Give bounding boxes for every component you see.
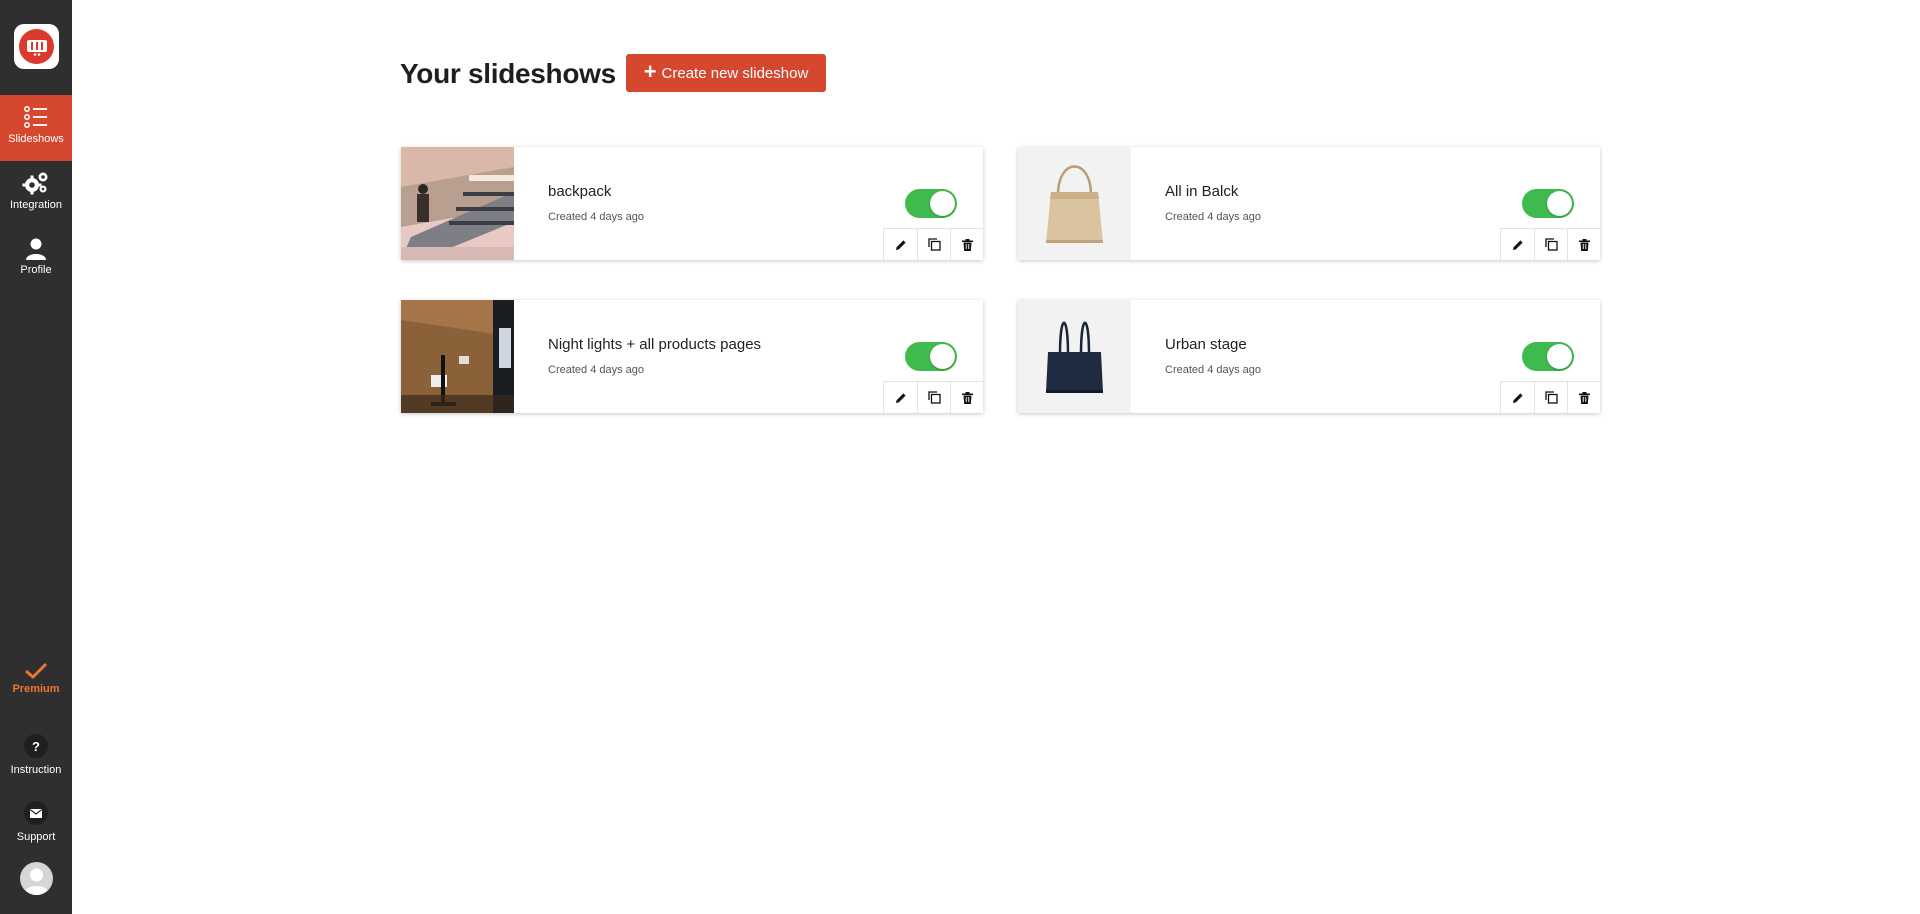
delete-button[interactable] <box>1567 229 1600 260</box>
duplicate-button[interactable] <box>917 229 950 260</box>
slideshow-thumbnail <box>401 300 514 413</box>
trash-icon <box>961 391 973 404</box>
slideshow-card[interactable]: Night lights + all products pages Create… <box>401 300 983 413</box>
duplicate-button[interactable] <box>1534 229 1567 260</box>
trash-icon <box>961 238 973 251</box>
create-slideshow-label: Create new slideshow <box>661 64 809 82</box>
sidebar-item-premium[interactable]: Premium <box>0 662 72 698</box>
slideshow-created: Created 4 days ago <box>548 211 645 223</box>
person-icon <box>26 238 46 260</box>
card-actions <box>1500 228 1600 260</box>
trash-icon <box>1578 391 1590 404</box>
page-title: Your slideshows <box>400 58 616 89</box>
sidebar-item-label: Instruction <box>10 764 62 776</box>
toggle-knob <box>930 191 955 216</box>
sidebar-item-profile[interactable]: Profile <box>0 237 72 287</box>
slideshow-enabled-toggle[interactable] <box>1522 342 1574 371</box>
sidebar-item-label: Premium <box>12 683 60 695</box>
copy-icon <box>927 391 941 404</box>
duplicate-button[interactable] <box>917 382 950 413</box>
pencil-icon <box>895 239 906 250</box>
sidebar: Slideshows Integration Profile Premium ?… <box>0 0 72 914</box>
toggle-knob <box>1547 344 1572 369</box>
sidebar-item-label: Slideshows <box>8 133 64 145</box>
slideshow-card[interactable]: All in Balck Created 4 days ago <box>1018 147 1600 260</box>
question-icon: ? <box>24 734 48 758</box>
delete-button[interactable] <box>950 229 983 260</box>
slideshow-created: Created 4 days ago <box>1165 364 1262 376</box>
slideshow-thumbnail <box>1018 147 1131 260</box>
card-actions <box>1500 381 1600 413</box>
slideshow-card[interactable]: Urban stage Created 4 days ago <box>1018 300 1600 413</box>
copy-icon <box>927 238 941 251</box>
mail-icon <box>24 801 48 825</box>
pencil-icon <box>1512 392 1523 403</box>
toggle-knob <box>1547 191 1572 216</box>
slideshow-enabled-toggle[interactable] <box>1522 189 1574 218</box>
copy-icon <box>1544 238 1558 251</box>
edit-button[interactable] <box>884 229 917 260</box>
toggle-knob <box>930 344 955 369</box>
slideshow-title: backpack <box>548 183 612 200</box>
slideshow-title: All in Balck <box>1165 183 1239 200</box>
gears-icon <box>22 172 48 195</box>
slideshow-enabled-toggle[interactable] <box>905 189 957 218</box>
delete-button[interactable] <box>950 382 983 413</box>
create-slideshow-button[interactable]: + Create new slideshow <box>626 54 826 92</box>
card-actions <box>883 228 983 260</box>
trash-icon <box>1578 238 1590 251</box>
plus-icon: + <box>643 59 657 84</box>
sidebar-item-label: Support <box>16 831 56 843</box>
sidebar-item-slideshows[interactable]: Slideshows <box>0 95 72 161</box>
card-actions <box>883 381 983 413</box>
slideshow-title: Urban stage <box>1165 336 1247 353</box>
logo-icon <box>19 29 54 64</box>
delete-button[interactable] <box>1567 382 1600 413</box>
edit-button[interactable] <box>884 382 917 413</box>
slideshow-enabled-toggle[interactable] <box>905 342 957 371</box>
avatar-icon <box>24 868 49 895</box>
slideshow-card[interactable]: backpack Created 4 days ago <box>401 147 983 260</box>
sidebar-item-label: Integration <box>10 199 62 211</box>
edit-button[interactable] <box>1501 229 1534 260</box>
sidebar-item-integration[interactable]: Integration <box>0 170 72 222</box>
pencil-icon <box>1512 239 1523 250</box>
check-icon <box>25 662 48 680</box>
app-logo[interactable] <box>14 24 59 69</box>
slideshow-created: Created 4 days ago <box>548 364 645 376</box>
slideshow-thumbnail <box>401 147 514 260</box>
edit-button[interactable] <box>1501 382 1534 413</box>
pencil-icon <box>895 392 906 403</box>
duplicate-button[interactable] <box>1534 382 1567 413</box>
list-icon <box>24 106 47 128</box>
sidebar-item-label: Profile <box>20 264 52 276</box>
avatar[interactable] <box>20 862 53 895</box>
sidebar-item-support[interactable]: Support <box>0 801 72 849</box>
slideshow-title: Night lights + all products pages <box>548 336 762 353</box>
slideshow-thumbnail <box>1018 300 1131 413</box>
copy-icon <box>1544 391 1558 404</box>
slideshow-created: Created 4 days ago <box>1165 211 1262 223</box>
sidebar-item-instruction[interactable]: ? Instruction <box>0 734 72 782</box>
